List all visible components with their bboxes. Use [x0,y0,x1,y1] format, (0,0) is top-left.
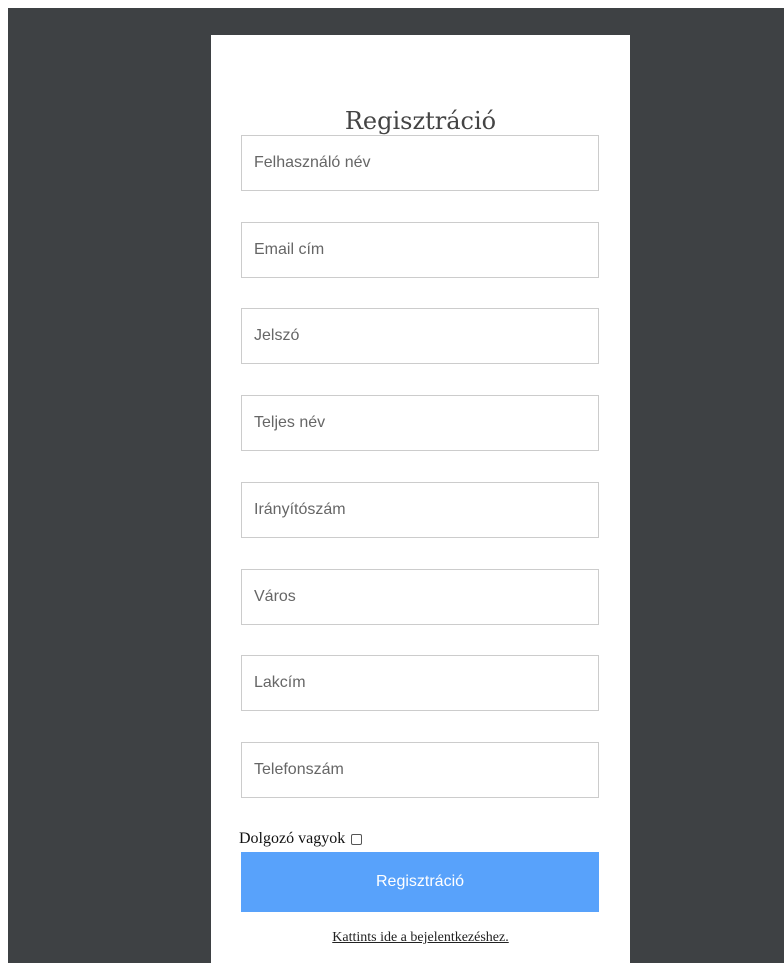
city-input[interactable] [241,569,599,625]
full-name-input[interactable] [241,395,599,451]
employee-row: Dolgozó vagyok [239,830,363,848]
phone-input[interactable] [241,742,599,798]
register-button[interactable]: Regisztráció [241,852,599,912]
employee-label: Dolgozó vagyok [239,830,346,847]
email-input[interactable] [241,222,599,278]
postal-code-input[interactable] [241,482,599,538]
password-input[interactable] [241,308,599,364]
login-link[interactable]: Kattints ide a bejelentkezéshez. [211,930,630,946]
address-input[interactable] [241,655,599,711]
username-input[interactable] [241,135,599,191]
registration-card: Regisztráció Dolgozó vagyok Regisztráció… [211,35,630,971]
form-title: Regisztráció [344,107,497,135]
page-background: Regisztráció Dolgozó vagyok Regisztráció… [8,8,784,971]
employee-checkbox[interactable] [351,833,363,845]
